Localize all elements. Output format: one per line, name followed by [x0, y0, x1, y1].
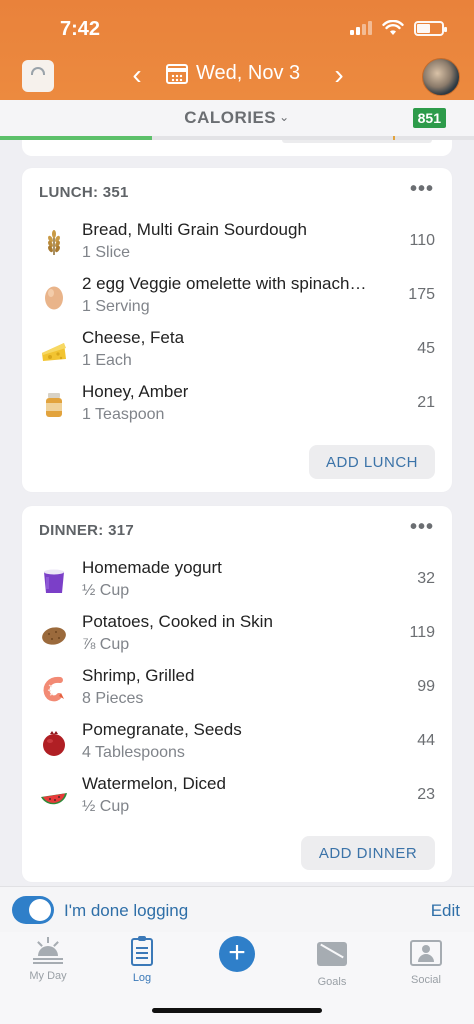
food-serving: 1 Teaspoon — [82, 406, 165, 423]
honey-jar-icon — [46, 393, 62, 417]
food-name: Potatoes, Cooked in Skin — [82, 612, 273, 631]
food-calories: 175 — [408, 286, 435, 303]
food-serving: 8 Pieces — [82, 690, 144, 707]
meal-card-lunch: LUNCH: 351 ••• Bread, Multi Grain Sourdo… — [22, 168, 452, 492]
food-calories: 110 — [409, 232, 435, 249]
meal-title: DINNER: 317 — [39, 522, 134, 539]
food-calories: 44 — [417, 732, 435, 749]
meal-title: LUNCH: 351 — [39, 184, 129, 201]
nutrient-label: CALORIES — [184, 108, 277, 127]
shrimp-icon — [43, 676, 64, 702]
battery-icon — [414, 20, 447, 36]
food-serving: 1 Each — [82, 352, 132, 369]
food-row[interactable]: Honey, Amber 1 Teaspoon 21 — [22, 378, 452, 432]
food-serving: 4 Tablespoons — [82, 744, 185, 761]
food-row[interactable]: Shrimp, Grilled 8 Pieces 99 — [22, 662, 452, 716]
food-name: Bread, Multi Grain Sourdough — [82, 220, 307, 239]
tab-log[interactable]: Log — [102, 936, 182, 984]
plus-icon[interactable]: + — [219, 936, 255, 972]
food-row[interactable]: Potatoes, Cooked in Skin ⅞ Cup 119 — [22, 608, 452, 662]
food-serving: ⅞ Cup — [82, 636, 130, 653]
avatar[interactable] — [422, 58, 460, 96]
tab-label: Log — [132, 972, 152, 984]
app-header: 7:42 ‹ Wed, Nov 3 › — [0, 0, 474, 100]
chevron-down-icon: ⌄ — [279, 110, 290, 124]
tab-my-day[interactable]: My Day — [8, 936, 88, 982]
food-name: 2 egg Veggie omelette with spinach… — [82, 274, 367, 293]
food-row[interactable]: 2 egg Veggie omelette with spinach… 1 Se… — [22, 270, 452, 324]
date-navigation: ‹ Wed, Nov 3 › — [0, 58, 474, 98]
scale-icon[interactable] — [22, 60, 54, 92]
food-calories: 119 — [409, 624, 435, 641]
food-row[interactable]: Watermelon, Diced ½ Cup 23 — [22, 770, 452, 824]
calories-summary-bar[interactable]: CALORIES ⌄ 851 — [0, 100, 474, 140]
food-name: Pomegranate, Seeds — [82, 720, 242, 739]
done-logging-toggle[interactable] — [12, 896, 54, 924]
add-lunch-button[interactable]: ADD LUNCH — [309, 445, 435, 479]
home-indicator — [152, 1008, 322, 1013]
edit-button[interactable]: Edit — [431, 901, 460, 921]
food-name: Watermelon, Diced — [82, 774, 226, 793]
food-row[interactable]: Pomegranate, Seeds 4 Tablespoons 44 — [22, 716, 452, 770]
calories-remaining-badge: 851 — [412, 108, 446, 128]
cheese-icon — [42, 343, 66, 361]
tab-label: Social — [411, 974, 441, 986]
food-row[interactable]: Bread, Multi Grain Sourdough 1 Slice 110 — [22, 216, 452, 270]
goals-icon — [292, 942, 372, 974]
add-dinner-button[interactable]: ADD DINNER — [301, 836, 435, 870]
food-calories: 23 — [417, 786, 435, 803]
wheat-icon — [48, 230, 60, 255]
status-bar: 7:42 — [0, 14, 474, 44]
chevron-left-icon[interactable]: ‹ — [122, 58, 152, 94]
done-logging-label: I'm done logging — [64, 901, 189, 920]
food-calories: 99 — [417, 678, 435, 695]
food-calories: 45 — [417, 340, 435, 357]
cellular-signal-icon — [350, 21, 372, 35]
potato-icon — [42, 627, 66, 645]
wifi-icon — [382, 20, 404, 35]
date-selector[interactable]: Wed, Nov 3 — [166, 62, 300, 85]
status-icons — [350, 20, 447, 36]
yogurt-cup-icon — [44, 569, 64, 593]
food-name: Shrimp, Grilled — [82, 666, 195, 685]
current-date: Wed, Nov 3 — [196, 62, 301, 84]
clipboard-icon — [102, 936, 182, 970]
food-calories: 32 — [417, 570, 435, 587]
previous-meal-card-bottom — [22, 140, 452, 156]
tab-social[interactable]: Social — [386, 936, 466, 986]
chevron-right-icon[interactable]: › — [324, 58, 354, 94]
food-serving: 1 Serving — [82, 298, 150, 315]
egg-icon — [45, 286, 63, 310]
food-name: Homemade yogurt — [82, 558, 222, 577]
tab-label: My Day — [29, 970, 67, 982]
status-time: 7:42 — [60, 18, 101, 40]
calendar-icon — [166, 63, 188, 84]
food-serving: ½ Cup — [82, 798, 130, 815]
food-row[interactable]: Homemade yogurt ½ Cup 32 — [22, 554, 452, 608]
tab-label: Goals — [317, 976, 347, 988]
watermelon-icon — [41, 793, 67, 805]
food-calories: 21 — [417, 394, 435, 411]
nutrient-selector[interactable]: CALORIES ⌄ — [0, 108, 474, 128]
sunrise-icon — [8, 936, 88, 968]
food-row[interactable]: Cheese, Feta 1 Each 45 — [22, 324, 452, 378]
more-options-icon[interactable]: ••• — [410, 178, 434, 201]
meal-card-dinner: DINNER: 317 ••• Homemade yogurt ½ Cup 32… — [22, 506, 452, 882]
more-options-icon[interactable]: ••• — [410, 516, 434, 539]
done-logging-bar: I'm done logging Edit — [0, 886, 474, 932]
social-icon — [386, 940, 466, 972]
food-name: Honey, Amber — [82, 382, 189, 401]
food-name: Cheese, Feta — [82, 328, 185, 347]
pomegranate-icon — [43, 731, 65, 756]
food-serving: ½ Cup — [82, 582, 130, 599]
tab-goals[interactable]: Goals — [292, 936, 372, 988]
food-serving: 1 Slice — [82, 244, 131, 261]
